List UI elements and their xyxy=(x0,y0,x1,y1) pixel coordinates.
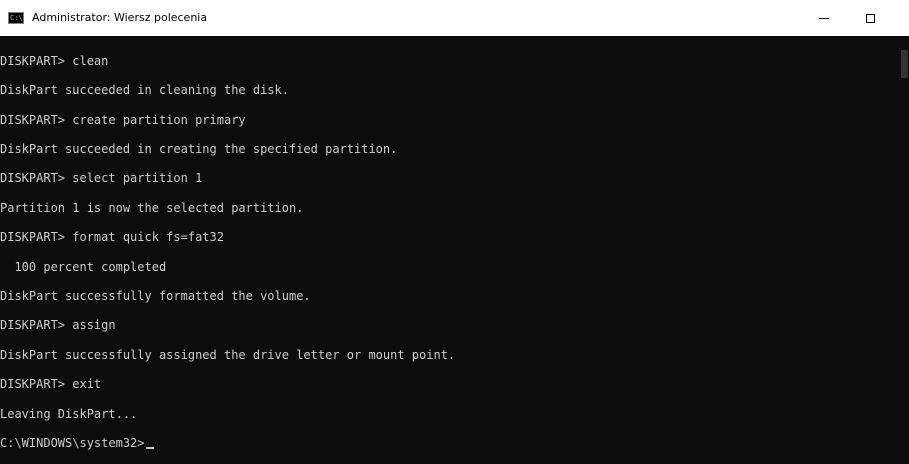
maximize-icon xyxy=(865,13,875,23)
title-bar[interactable]: C:\ Administrator: Wiersz polecenia xyxy=(0,0,909,36)
minimize-button[interactable] xyxy=(801,0,847,36)
vertical-scrollbar[interactable] xyxy=(900,36,909,464)
console-line: Partition 1 is now the selected partitio… xyxy=(0,201,304,215)
console-prompt-line[interactable]: C:\WINDOWS\system32> xyxy=(0,434,154,452)
console-line: DISKPART> clean xyxy=(0,54,109,68)
cmd-icon[interactable]: C:\ xyxy=(8,12,24,24)
minimize-icon xyxy=(819,17,829,19)
console-line: Leaving DiskPart... xyxy=(0,407,138,421)
console-line: DiskPart succeeded in cleaning the disk. xyxy=(0,83,289,97)
console-line: DISKPART> create partition primary xyxy=(0,113,246,127)
console-line: DISKPART> exit xyxy=(0,377,102,391)
window-title: Administrator: Wiersz polecenia xyxy=(32,11,208,24)
console-output[interactable]: DISKPART> clean DiskPart succeeded in cl… xyxy=(0,36,900,464)
prompt-text: C:\WINDOWS\system32> xyxy=(0,436,145,450)
command-prompt-window: C:\ Administrator: Wiersz polecenia DISK… xyxy=(0,0,909,464)
console-line: DiskPart successfully assigned the drive… xyxy=(0,348,456,362)
console-line: DISKPART> format quick fs=fat32 xyxy=(0,230,224,244)
console-line: DISKPART> select partition 1 xyxy=(0,171,203,185)
console-line: DiskPart succeeded in creating the speci… xyxy=(0,142,398,156)
scrollbar-thumb[interactable] xyxy=(901,50,908,78)
console-line: DiskPart successfully formatted the volu… xyxy=(0,289,311,303)
text-cursor xyxy=(145,447,154,449)
console-line: DISKPART> assign xyxy=(0,318,116,332)
close-button[interactable] xyxy=(893,0,909,36)
maximize-button[interactable] xyxy=(847,0,893,36)
console-line: 100 percent completed xyxy=(0,260,167,274)
